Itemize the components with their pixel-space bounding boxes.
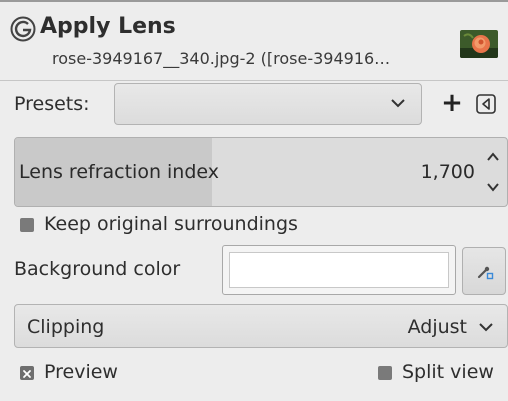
menu-triangle-icon[interactable] [476,94,496,114]
dialog-header: Apply Lens rose-3949167__340.jpg-2 ([ros… [0,2,508,78]
presets-label: Presets: [14,93,90,115]
color-picker-button[interactable] [462,247,506,295]
spin-arrows-icon[interactable] [485,148,501,196]
preview-label[interactable]: Preview [44,357,118,387]
split-view-label[interactable]: Split view [402,357,494,387]
background-color-swatch [229,252,449,288]
chevron-down-icon [479,323,493,332]
background-color-label: Background color [14,258,181,280]
eyedropper-icon [477,266,494,280]
clipping-value: Adjust [407,316,467,338]
background-color-button[interactable] [222,245,456,295]
chevron-down-icon [391,99,405,108]
image-thumbnail-icon [460,30,498,58]
header-separator [0,80,508,81]
preview-checkbox[interactable] [20,366,34,380]
refraction-index-spinscale[interactable]: Lens refraction index 1,700 [14,137,508,207]
checkmark-icon [23,370,31,378]
keep-surroundings-checkbox[interactable] [20,218,34,232]
split-view-checkbox[interactable] [378,366,392,380]
dialog-title: Apply Lens [40,14,176,39]
refraction-index-label: Lens refraction index [19,161,220,183]
refraction-index-value[interactable]: 1,700 [421,157,475,187]
image-name: rose-3949167__340.jpg-2 ([rose-394916… [52,49,391,68]
keep-surroundings-label[interactable]: Keep original surroundings [44,209,298,239]
clipping-label: Clipping [27,316,105,338]
gimp-icon [10,16,36,42]
add-preset-button[interactable]: + [438,86,466,120]
clipping-dropdown[interactable]: Clipping Adjust [14,304,508,348]
presets-dropdown[interactable] [114,83,422,125]
